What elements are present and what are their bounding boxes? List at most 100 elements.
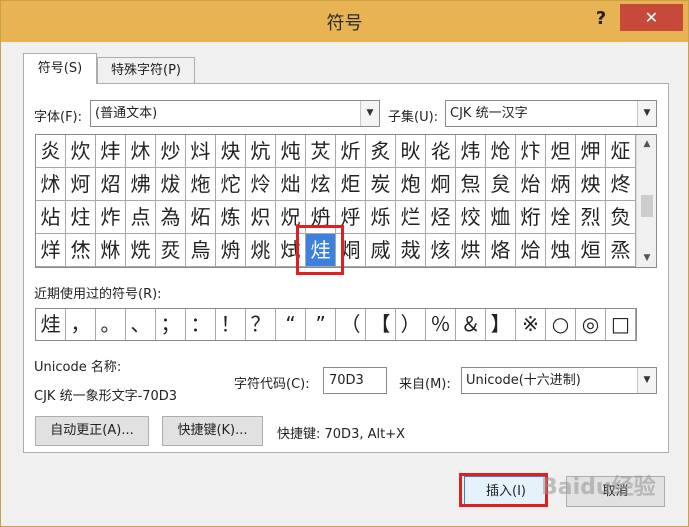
symbol-cell[interactable]: 炓 — [186, 135, 216, 168]
symbol-cell[interactable]: 烁 — [366, 201, 396, 234]
symbol-cell[interactable]: 炝 — [486, 135, 516, 168]
symbol-cell[interactable]: 烒 — [276, 234, 306, 267]
tab-special-characters[interactable]: 特殊字符(P) — [97, 57, 195, 85]
symbol-cell[interactable]: 炔 — [216, 135, 246, 168]
symbol-cell[interactable]: 炣 — [66, 168, 96, 201]
symbol-grid-scrollbar[interactable]: ▲ ▼ — [636, 135, 656, 267]
recent-symbol-cell[interactable]: ， — [66, 309, 96, 340]
recent-symbol-cell[interactable]: ” — [306, 309, 336, 340]
symbol-cell[interactable]: 烙 — [486, 234, 516, 267]
cancel-button[interactable]: 取消 — [566, 476, 665, 507]
symbol-cell[interactable]: 炳 — [546, 168, 576, 201]
symbol-cell[interactable]: 烍 — [126, 234, 156, 267]
symbol-cell[interactable]: 炻 — [186, 201, 216, 234]
symbol-cell[interactable]: 烔 — [336, 234, 366, 267]
symbol-cell[interactable]: 烊 — [36, 234, 66, 267]
symbol-cell[interactable]: 炶 — [36, 201, 66, 234]
symbol-cell[interactable]: 烈 — [576, 201, 606, 234]
recent-symbol-cell[interactable]: 【 — [366, 309, 396, 340]
symbol-cell[interactable]: 炟 — [546, 135, 576, 168]
recent-symbol-cell[interactable]: ◎ — [576, 309, 606, 340]
symbol-cell[interactable]: 烗 — [426, 234, 456, 267]
recent-symbol-cell[interactable]: ※ — [516, 309, 546, 340]
help-button[interactable]: ? — [584, 5, 618, 33]
symbol-cell[interactable]: 炷 — [66, 201, 96, 234]
symbol-cell[interactable]: 炡 — [606, 135, 636, 168]
symbol-cell[interactable]: 炮 — [396, 168, 426, 201]
recent-symbol-cell[interactable]: （ — [336, 309, 366, 340]
symbol-cell[interactable]: 炘 — [336, 135, 366, 168]
symbol-cell[interactable]: 炽 — [246, 201, 276, 234]
symbol-cell[interactable]: 烄 — [456, 201, 486, 234]
subset-select[interactable]: CJK 统一汉字 ▼ — [445, 100, 657, 127]
recent-symbol-cell[interactable]: ＆ — [456, 309, 486, 340]
symbol-cell[interactable]: 烏 — [186, 234, 216, 267]
symbol-cell[interactable]: 烜 — [576, 234, 606, 267]
font-select[interactable]: (普通文本) ▼ — [90, 100, 380, 127]
symbol-cell[interactable]: 炕 — [246, 135, 276, 168]
recent-symbol-cell[interactable]: 烓 — [36, 309, 66, 340]
symbol-cell[interactable]: 炿 — [306, 201, 336, 234]
symbol-cell[interactable]: 烋 — [66, 234, 96, 267]
autocorrect-button[interactable]: 自动更正(A)... — [35, 416, 149, 446]
recent-symbol-cell[interactable]: □ — [606, 309, 636, 340]
char-code-input[interactable]: 70D3 — [323, 367, 387, 394]
shortcut-key-button[interactable]: 快捷键(K)... — [162, 416, 263, 446]
symbol-cell[interactable]: 炾 — [276, 201, 306, 234]
symbol-cell[interactable]: 烅 — [486, 201, 516, 234]
symbol-cell[interactable]: 炸 — [96, 201, 126, 234]
symbol-cell[interactable]: 炼 — [216, 201, 246, 234]
recent-symbol-cell[interactable]: 。 — [96, 309, 126, 340]
symbol-cell[interactable]: 烃 — [426, 201, 456, 234]
symbol-cell[interactable]: 烖 — [396, 234, 426, 267]
recent-symbol-cell[interactable]: ？ — [246, 309, 276, 340]
symbol-cell[interactable]: 炊 — [66, 135, 96, 168]
symbol-cell[interactable]: 烐 — [216, 234, 246, 267]
symbol-cell[interactable]: 炗 — [306, 135, 336, 168]
scroll-up-icon[interactable]: ▲ — [637, 135, 656, 153]
symbol-cell[interactable]: 烆 — [516, 201, 546, 234]
recent-symbol-cell[interactable]: 、 — [126, 309, 156, 340]
chevron-down-icon[interactable]: ▼ — [637, 101, 656, 126]
from-select[interactable]: Unicode(十六进制) ▼ — [461, 367, 657, 394]
chevron-down-icon[interactable]: ▼ — [360, 101, 379, 126]
chevron-down-icon[interactable]: ▼ — [637, 368, 656, 393]
symbol-cell[interactable]: 炰 — [456, 168, 486, 201]
symbol-cell[interactable]: 炠 — [576, 135, 606, 168]
symbol-cell[interactable]: 烑 — [246, 234, 276, 267]
recent-symbol-cell[interactable]: 】 — [486, 309, 516, 340]
symbol-cell[interactable]: 炯 — [426, 168, 456, 201]
symbol-cell[interactable]: 炵 — [606, 168, 636, 201]
title-bar[interactable]: 符号 ? ✕ — [1, 1, 688, 42]
symbol-cell[interactable]: 炐 — [96, 135, 126, 168]
symbol-cell[interactable]: 炪 — [276, 168, 306, 201]
symbol-cell[interactable]: 烕 — [366, 234, 396, 267]
recent-symbol-cell[interactable]: ○ — [546, 309, 576, 340]
symbol-cell[interactable]: 烇 — [546, 201, 576, 234]
symbol-cell[interactable]: 炒 — [156, 135, 186, 168]
symbol-cell[interactable]: 炚 — [396, 135, 426, 168]
recent-symbol-cell[interactable]: ； — [156, 309, 186, 340]
symbol-cell[interactable]: 炜 — [456, 135, 486, 168]
close-button[interactable]: ✕ — [620, 4, 683, 31]
recent-symbol-cell[interactable]: ％ — [426, 309, 456, 340]
symbol-cell[interactable]: 炎 — [36, 135, 66, 168]
symbol-cell[interactable]: 炖 — [276, 135, 306, 168]
symbol-cell[interactable]: 為 — [156, 201, 186, 234]
recent-symbol-cell[interactable]: “ — [276, 309, 306, 340]
symbol-cell[interactable]: 炤 — [96, 168, 126, 201]
symbol-cell[interactable]: 炧 — [186, 168, 216, 201]
recent-symbol-cell[interactable]: ） — [396, 309, 426, 340]
symbol-cell[interactable]: 炑 — [126, 135, 156, 168]
symbol-cell[interactable]: 炦 — [156, 168, 186, 201]
tab-symbols[interactable]: 符号(S) — [23, 53, 97, 84]
symbol-cell[interactable]: 炛 — [426, 135, 456, 168]
symbol-cell[interactable]: 炢 — [36, 168, 66, 201]
symbol-cell[interactable]: 炴 — [576, 168, 606, 201]
symbol-cell[interactable]: 炫 — [306, 168, 336, 201]
symbol-cell[interactable]: 炞 — [516, 135, 546, 168]
scroll-down-icon[interactable]: ▼ — [637, 249, 656, 267]
symbol-cell[interactable]: 烂 — [396, 201, 426, 234]
symbol-cell[interactable]: 炱 — [486, 168, 516, 201]
insert-button[interactable]: 插入(I) — [464, 476, 548, 507]
